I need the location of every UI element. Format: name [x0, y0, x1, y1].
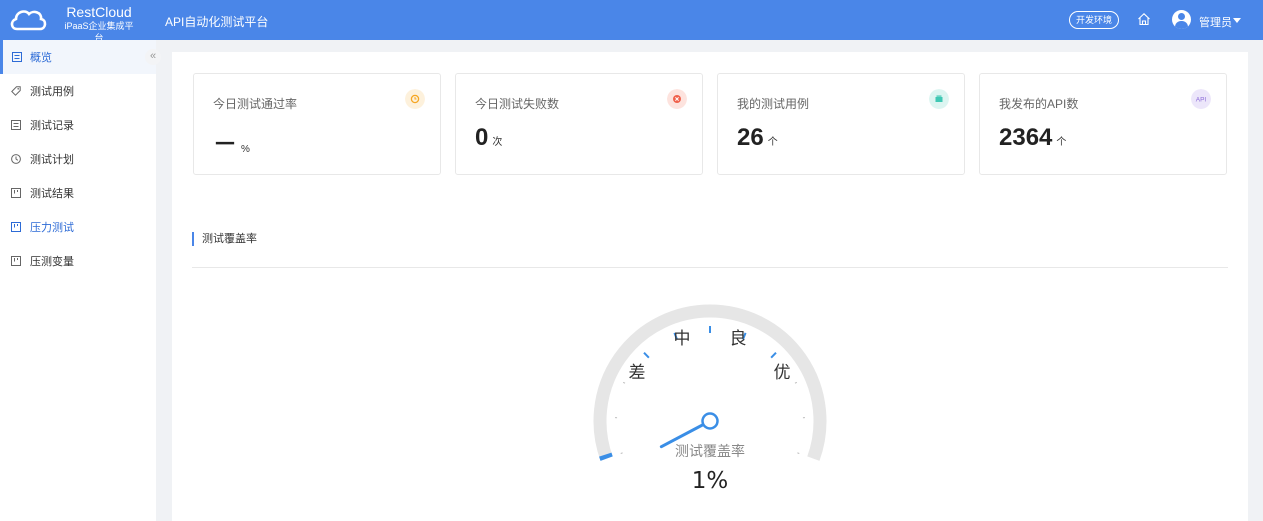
- divider: [192, 267, 1228, 268]
- sidebar: 概览 « 测试用例 测试记录 测试计划 测试结果 压力测试 压测变量: [0, 40, 161, 521]
- sidebar-item-label: 测试记录: [30, 120, 74, 132]
- sidebar-item-test-plans[interactable]: 测试计划: [0, 142, 156, 176]
- overview-icon: [12, 52, 22, 62]
- top-header: RestCloud iPaaS企业集成平台 API自动化测试平台 开发环境 管理…: [0, 0, 1263, 43]
- gauge-tick: [620, 452, 623, 454]
- gauge-label-medium: 中: [674, 329, 691, 349]
- gauge-tick: [623, 381, 626, 384]
- stat-label: 我的测试用例: [737, 97, 810, 111]
- sidebar-item-stress-test[interactable]: 压力测试: [0, 210, 156, 244]
- section-title: 测试覆盖率: [192, 232, 257, 246]
- stat-card-fail-count: 今日测试失败数 0次: [455, 73, 703, 175]
- stat-label: 今日测试通过率: [213, 97, 298, 111]
- collapse-sidebar-button[interactable]: «: [145, 49, 161, 65]
- main-content: 今日测试通过率 －% 今日测试失败数 0次 我的测试用例 26 个 我发布的API…: [172, 52, 1248, 521]
- stat-value: 26 个: [737, 124, 778, 151]
- gauge-title: 测试覆盖率: [675, 443, 745, 460]
- gauge-value-text: 1%: [692, 468, 729, 494]
- sidebar-item-label: 测试结果: [30, 188, 74, 200]
- sidebar-item-label: 压力测试: [30, 222, 74, 234]
- stat-card-published-api: 我发布的API数 2364 个 API: [979, 73, 1227, 175]
- pass-rate-icon: [405, 89, 425, 109]
- api-icon: API: [1191, 89, 1211, 109]
- gauge-tick: [794, 381, 797, 384]
- stat-value: 0次: [475, 124, 503, 151]
- brand[interactable]: RestCloud iPaaS企业集成平台: [60, 5, 138, 44]
- sidebar-item-test-records[interactable]: 测试记录: [0, 108, 156, 142]
- sidebar-item-test-results[interactable]: 测试结果: [0, 176, 156, 210]
- stat-unit: 次: [492, 137, 503, 148]
- sidebar-item-test-cases[interactable]: 测试用例: [0, 74, 156, 108]
- gauge-label-good: 良: [730, 329, 747, 349]
- stress-icon: [11, 222, 21, 232]
- user-menu-caret-icon[interactable]: [1233, 18, 1241, 23]
- sidebar-item-label: 测试计划: [30, 154, 74, 166]
- fail-icon: [667, 89, 687, 109]
- record-icon: [11, 120, 21, 130]
- user-name[interactable]: 管理员: [1199, 14, 1232, 30]
- gauge-tick: [797, 452, 800, 454]
- gauge-tick: [770, 351, 777, 359]
- stat-card-pass-rate: 今日测试通过率 －%: [193, 73, 441, 175]
- gauge-label-poor: 差: [629, 363, 646, 383]
- tag-icon: [11, 86, 21, 96]
- gauge-ticks: [615, 326, 805, 454]
- gauge-pivot: [701, 412, 719, 430]
- gauge-value-arc: [599, 452, 613, 461]
- user-avatar[interactable]: [1172, 10, 1191, 29]
- sidebar-item-stress-variables[interactable]: 压测变量: [0, 244, 156, 278]
- stat-unit: 个: [1056, 137, 1067, 148]
- svg-text:API: API: [1196, 97, 1207, 104]
- gauge-label-excellent: 优: [774, 363, 791, 383]
- brand-name: RestCloud: [66, 4, 132, 20]
- gauge-track: [593, 304, 827, 461]
- sidebar-item-overview[interactable]: 概览: [0, 40, 156, 74]
- home-icon[interactable]: [1137, 12, 1151, 26]
- stat-label: 今日测试失败数: [475, 97, 560, 111]
- clock-icon: [11, 154, 21, 164]
- cloud-logo-icon[interactable]: [8, 5, 48, 35]
- gauge-tick: [643, 351, 650, 359]
- sidebar-item-label: 测试用例: [30, 86, 74, 98]
- stat-unit: %: [241, 144, 250, 155]
- sidebar-item-label: 压测变量: [30, 256, 74, 268]
- environment-badge[interactable]: 开发环境: [1069, 11, 1120, 29]
- case-icon: [929, 89, 949, 109]
- stat-card-my-cases: 我的测试用例 26 个: [717, 73, 965, 175]
- coverage-gauge: 差 中 良 优 测试覆盖率 1%: [593, 304, 827, 494]
- stat-unit: 个: [767, 137, 778, 148]
- app-title: API自动化测试平台: [165, 15, 269, 29]
- result-icon: [11, 188, 21, 198]
- stat-value: 2364 个: [999, 124, 1067, 151]
- sidebar-item-label: 概览: [30, 52, 52, 64]
- variable-icon: [11, 256, 21, 266]
- stat-label: 我发布的API数: [999, 97, 1079, 111]
- stat-value: －%: [213, 131, 250, 158]
